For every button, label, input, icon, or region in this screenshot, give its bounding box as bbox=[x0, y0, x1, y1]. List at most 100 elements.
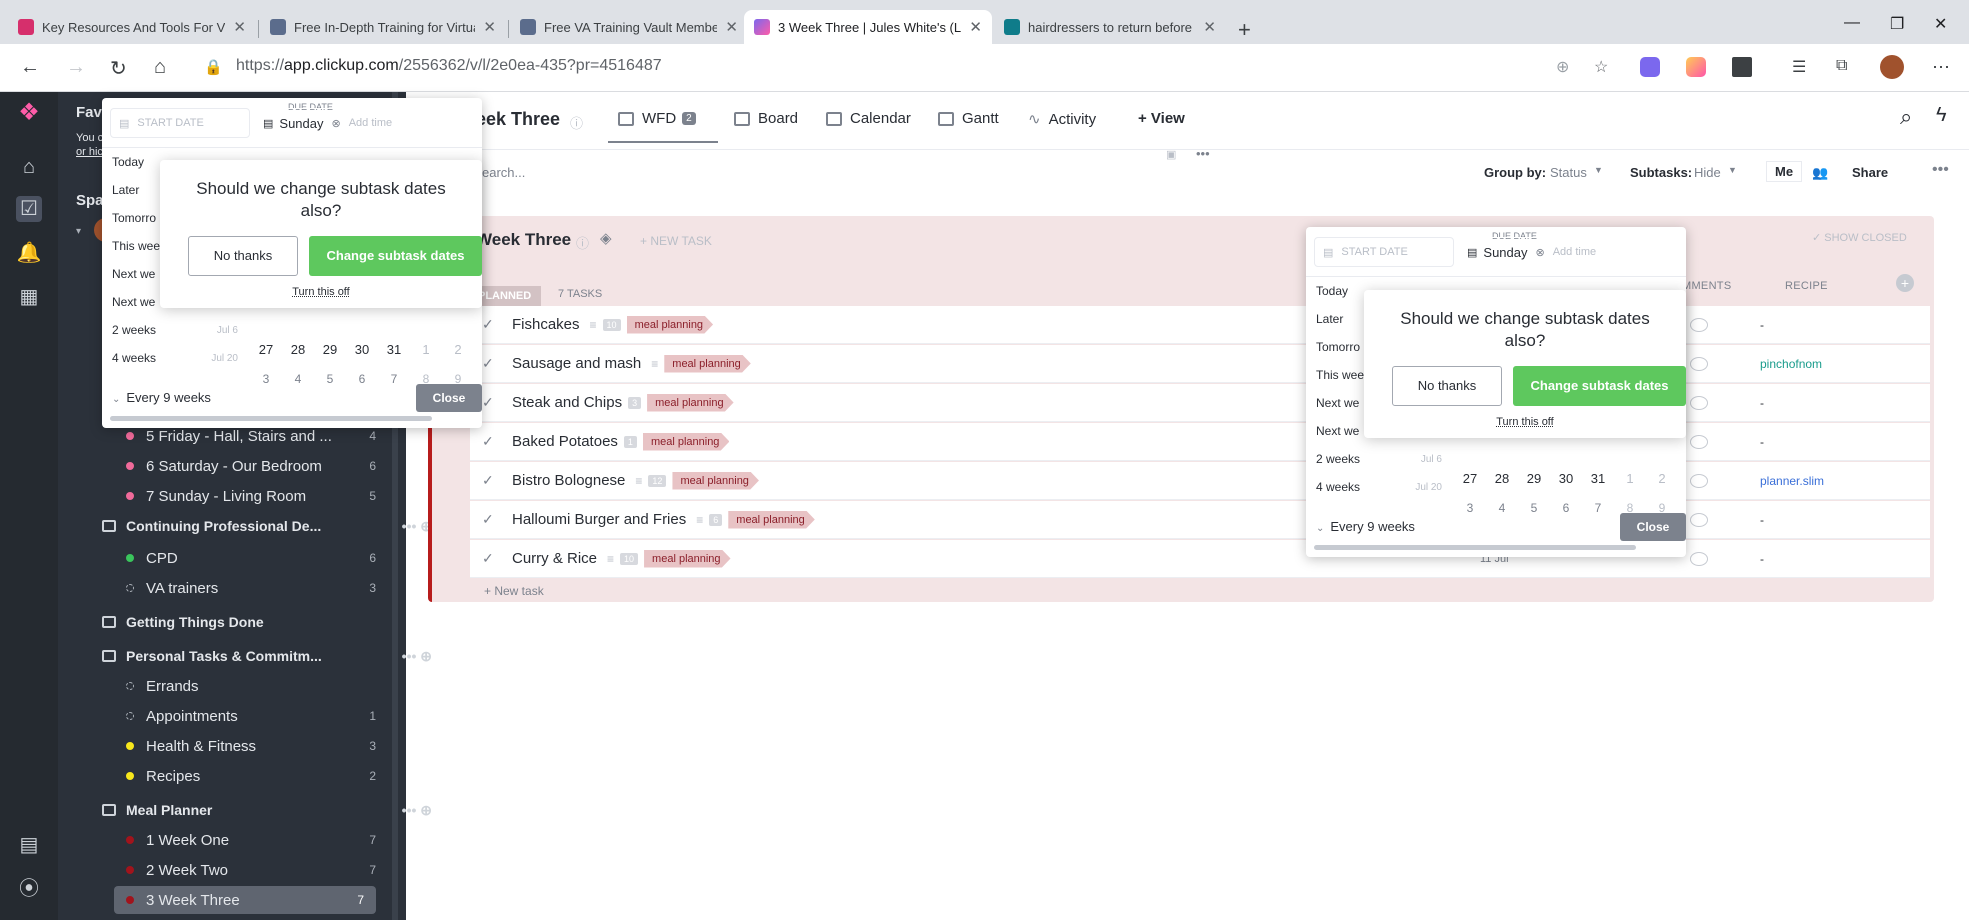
favorites-hint-link[interactable]: or hic bbox=[76, 146, 103, 158]
add-view-button[interactable]: + View bbox=[1138, 110, 1185, 127]
comment-icon[interactable] bbox=[1690, 395, 1708, 410]
sidebar-list-item[interactable]: 6 Saturday - Our Bedroom 6 bbox=[58, 452, 376, 480]
home-icon[interactable]: ⌂ bbox=[16, 154, 42, 180]
close-tab-icon[interactable]: ✕ bbox=[233, 18, 246, 36]
sidebar-list-item[interactable]: 2 Week Two 7 bbox=[58, 856, 376, 884]
eye-icon[interactable]: ◈ bbox=[600, 229, 612, 247]
horizontal-scrollbar[interactable] bbox=[1314, 545, 1636, 550]
refresh-icon[interactable]: ↻ bbox=[110, 56, 127, 81]
extension-icon[interactable] bbox=[1686, 57, 1706, 77]
calendar-week-row[interactable]: 27 28 29 30 31 1 2 bbox=[250, 342, 474, 357]
table-row[interactable]: ✓ Baked Potatoes 1 meal planning - bbox=[470, 423, 1930, 461]
clickup-extension-icon[interactable] bbox=[1640, 57, 1660, 77]
comment-icon[interactable] bbox=[1690, 356, 1708, 371]
extension-dark-icon[interactable] bbox=[1732, 57, 1752, 77]
show-closed-toggle[interactable]: ✓ SHOW CLOSED bbox=[1812, 231, 1907, 244]
check-icon[interactable]: ✓ bbox=[482, 316, 498, 333]
sidebar-list-item[interactable]: Errands bbox=[58, 672, 376, 700]
restore-icon[interactable]: ❐ bbox=[1890, 14, 1904, 34]
tag[interactable]: meal planning bbox=[642, 432, 730, 451]
sidebar-list-item[interactable]: 7 Sunday - Living Room 5 bbox=[58, 482, 376, 510]
minimize-icon[interactable]: — bbox=[1844, 14, 1860, 32]
browser-tab[interactable]: hairdressers to return before be ✕ bbox=[994, 10, 1226, 44]
check-icon[interactable]: ✓ bbox=[482, 355, 498, 372]
check-icon[interactable]: ✓ bbox=[482, 511, 498, 528]
home-icon[interactable]: ⌂ bbox=[154, 56, 166, 79]
close-tab-icon[interactable]: ✕ bbox=[483, 18, 496, 36]
url-field[interactable]: https://app.clickup.com/2556362/v/l/2e0e… bbox=[236, 57, 662, 75]
favorites-icon[interactable]: ☰ bbox=[1792, 57, 1812, 77]
browser-tab[interactable]: Key Resources And Tools For Virt ✕ bbox=[8, 10, 256, 44]
folder-actions[interactable]: ••• ⊕ bbox=[402, 802, 432, 819]
quick-option[interactable]: 2 weeks Jul 6 bbox=[102, 316, 248, 344]
tag[interactable]: meal planning bbox=[647, 393, 734, 412]
tag[interactable]: meal planning bbox=[664, 354, 751, 373]
folder-actions[interactable]: ••• ⊕ bbox=[402, 648, 432, 665]
sidebar-folder[interactable]: Getting Things Done bbox=[102, 608, 432, 636]
quick-option[interactable]: 4 weeks Jul 20 bbox=[1306, 473, 1452, 501]
turn-off-link[interactable]: Turn this off bbox=[160, 286, 482, 298]
tab-calendar[interactable]: Calendar bbox=[826, 110, 911, 127]
close-button[interactable]: Close bbox=[416, 384, 482, 412]
sidebar-list-item[interactable]: VA trainers 3 bbox=[58, 574, 376, 602]
share-button[interactable]: Share bbox=[1852, 165, 1888, 180]
sidebar-list-item[interactable]: Appointments 1 bbox=[58, 702, 376, 730]
check-icon[interactable]: ✓ bbox=[482, 394, 498, 411]
sidebar-folder[interactable]: Personal Tasks & Commitm... ••• ⊕ bbox=[102, 642, 432, 670]
close-tab-icon[interactable]: ✕ bbox=[725, 18, 738, 36]
search-icon[interactable]: ⌕ bbox=[1900, 104, 1912, 130]
tab-gantt[interactable]: Gantt bbox=[938, 110, 999, 127]
start-date-field[interactable]: ▤ START DATE bbox=[110, 108, 250, 138]
broadcast-icon[interactable]: ⦿ bbox=[16, 876, 42, 902]
comment-icon[interactable] bbox=[1690, 551, 1708, 566]
dashboards-icon[interactable]: ▦ bbox=[16, 284, 42, 310]
sidebar-folder[interactable]: Continuing Professional De... ••• ⊕ bbox=[102, 512, 432, 540]
lock-icon[interactable]: 🔒 bbox=[204, 58, 223, 76]
check-icon[interactable]: ✓ bbox=[482, 472, 498, 489]
caret-icon[interactable]: ▾ bbox=[76, 226, 81, 237]
tag[interactable]: meal planning bbox=[626, 315, 714, 334]
notifications-icon[interactable]: 🔔 bbox=[16, 240, 42, 266]
collections-icon[interactable]: ⧉ bbox=[1836, 57, 1856, 77]
assignees-icon[interactable]: 👥 bbox=[1812, 165, 1828, 181]
new-task-link[interactable]: + NEW TASK bbox=[640, 234, 712, 248]
comment-icon[interactable] bbox=[1690, 473, 1708, 488]
clear-icon[interactable]: ⊗ bbox=[332, 117, 341, 130]
column-recipe[interactable]: RECIPE bbox=[1785, 280, 1828, 292]
group-by-dropdown[interactable]: Status bbox=[1550, 165, 1587, 180]
sidebar-list-item[interactable]: CPD 6 bbox=[58, 544, 376, 572]
tab-activity[interactable]: ∿ Activity bbox=[1028, 110, 1096, 129]
check-icon[interactable]: ✓ bbox=[482, 550, 498, 567]
tasks-icon[interactable]: ☑ bbox=[16, 196, 42, 222]
add-circle-icon[interactable]: ⊕ bbox=[1556, 57, 1576, 77]
lightning-icon[interactable]: ϟ bbox=[1936, 104, 1947, 127]
me-filter-button[interactable]: Me bbox=[1766, 161, 1803, 182]
table-row[interactable]: ✓ Fishcakes ≡ 10 meal planning - bbox=[470, 306, 1930, 344]
no-thanks-button[interactable]: No thanks bbox=[1392, 366, 1502, 406]
sidebar-list-item[interactable]: 1 Week One 7 bbox=[58, 826, 376, 854]
table-row[interactable]: ✓ Bistro Bolognese ≡ 12 meal planning pl… bbox=[470, 462, 1930, 500]
quick-option[interactable]: 4 weeks Jul 20 bbox=[102, 344, 248, 372]
tab-board[interactable]: Board bbox=[734, 110, 798, 127]
check-icon[interactable]: ✓ bbox=[482, 433, 498, 450]
clickup-logo-icon[interactable]: ❖ bbox=[16, 100, 42, 126]
comment-icon[interactable] bbox=[1690, 317, 1708, 332]
start-date-field[interactable]: ▤ START DATE bbox=[1314, 237, 1454, 267]
more-menu-icon[interactable]: ⋯ bbox=[1932, 57, 1952, 77]
sidebar-list-item-active[interactable]: 3 Week Three 7 bbox=[114, 886, 376, 914]
comment-icon[interactable] bbox=[1690, 512, 1708, 527]
search-tasks-input[interactable]: earch... bbox=[482, 165, 525, 180]
browser-tab-active[interactable]: 3 Week Three | Jules White's (Lis ✕ bbox=[744, 10, 992, 44]
calendar-week-row[interactable]: 27 28 29 30 31 1 2 bbox=[1454, 471, 1678, 486]
browser-tab[interactable]: Free In-Depth Training for Virtua ✕ bbox=[260, 10, 506, 44]
new-tab-button[interactable]: + bbox=[1238, 17, 1251, 43]
window-close-icon[interactable]: ✕ bbox=[1934, 14, 1947, 34]
quick-option[interactable]: 2 weeks Jul 6 bbox=[1306, 445, 1452, 473]
repeat-setting[interactable]: ⌄ Every 9 weeks bbox=[1316, 519, 1415, 534]
table-row[interactable]: ✓ Steak and Chips 3 meal planning - bbox=[470, 384, 1930, 422]
subtasks-dropdown[interactable]: Hide bbox=[1694, 165, 1721, 180]
no-thanks-button[interactable]: No thanks bbox=[188, 236, 298, 276]
browser-tab[interactable]: Free VA Training Vault Members! ✕ bbox=[510, 10, 748, 44]
info-icon[interactable]: ⓘ bbox=[576, 233, 589, 252]
column-comments[interactable]: MMENTS bbox=[1682, 280, 1731, 292]
